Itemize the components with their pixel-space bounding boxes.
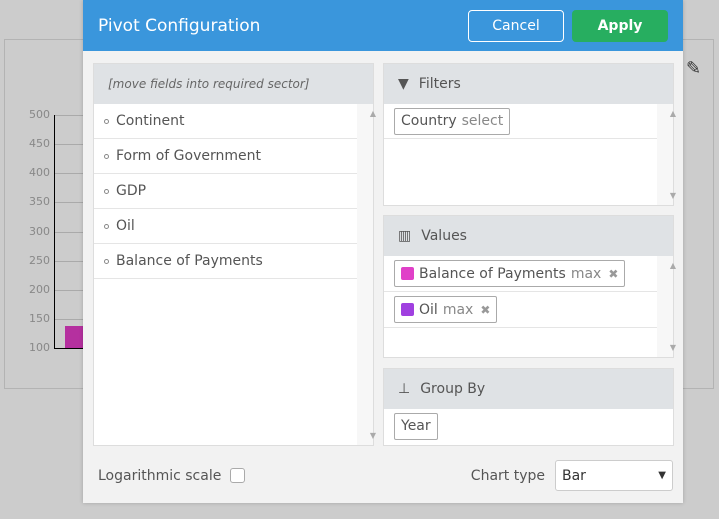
chart-type-select[interactable]: Bar ▼ <box>555 460 673 491</box>
filters-panel: ▼ Filters Country select ▲ ▼ <box>383 63 676 206</box>
bar-chart-icon: ▥ <box>398 228 412 244</box>
modal-title: Pivot Configuration <box>98 15 261 36</box>
y-tick-label: 500 <box>29 108 50 121</box>
values-scrollbar[interactable]: ▲ ▼ <box>657 256 676 357</box>
y-tick-label: 350 <box>29 195 50 209</box>
field-label: Continent <box>116 113 185 129</box>
field-item[interactable]: Oil <box>94 209 357 244</box>
chip-label: Country <box>401 113 457 129</box>
fields-scrollbar[interactable]: ▲ ▼ <box>357 104 376 445</box>
y-tick-label: 250 <box>29 253 50 267</box>
remove-icon[interactable]: ✖ <box>480 303 490 317</box>
fields-header: [move fields into required sector] <box>94 64 373 104</box>
filter-chip-country[interactable]: Country select <box>394 107 511 135</box>
field-bullet-icon <box>104 118 109 124</box>
log-scale-label: Logarithmic scale <box>98 467 222 484</box>
filters-title: Filters <box>418 76 461 92</box>
apply-button[interactable]: Apply <box>572 9 668 42</box>
field-bullet-icon <box>104 153 109 159</box>
remove-icon[interactable]: ✖ <box>608 267 618 281</box>
values-panel: ▥ Values Balance of Payments max ✖ Oil max ✖ … <box>383 215 676 358</box>
y-tick-label: 450 <box>29 137 50 151</box>
y-tick-label: 100 <box>29 341 50 354</box>
field-label: Balance of Payments <box>116 253 263 269</box>
chip-agg[interactable]: max <box>571 266 602 282</box>
y-tick-label: 200 <box>29 282 50 296</box>
field-label: Oil <box>116 218 135 234</box>
y-tick-label: 150 <box>29 311 50 325</box>
edit-icon[interactable]: ✎ <box>686 58 701 79</box>
chip-agg[interactable]: select <box>462 113 504 129</box>
field-item[interactable]: GDP <box>94 174 357 209</box>
filter-icon: ▼ <box>398 76 409 92</box>
pivot-config-modal: Pivot Configuration Cancel Apply [move f… <box>83 0 683 503</box>
chart-bar <box>65 326 85 348</box>
chart-type-value: Bar <box>562 467 586 484</box>
field-item[interactable]: Balance of Payments <box>94 244 357 279</box>
field-item[interactable]: Form of Government <box>94 139 357 174</box>
modal-header: Pivot Configuration Cancel Apply <box>83 0 683 51</box>
sitemap-icon: ⊥ <box>398 381 411 397</box>
color-swatch[interactable] <box>401 267 414 280</box>
caret-down-icon: ▼ <box>658 470 666 481</box>
value-chip-balance[interactable]: Balance of Payments max ✖ <box>394 260 626 287</box>
chip-label: Oil <box>419 301 438 318</box>
log-scale-checkbox[interactable] <box>230 468 246 483</box>
field-bullet-icon <box>104 258 109 264</box>
y-tick-label: 300 <box>29 224 50 238</box>
group-chip-year[interactable]: Year <box>394 412 438 440</box>
value-chip-oil[interactable]: Oil max ✖ <box>394 296 498 323</box>
field-item[interactable]: Continent <box>94 104 357 139</box>
filters-scrollbar[interactable]: ▲ ▼ <box>657 104 676 205</box>
group-by-panel: ⊥ Group By Year <box>383 368 674 446</box>
field-label: Form of Government <box>116 148 261 164</box>
modal-footer: Logarithmic scale Chart type Bar ▼ <box>98 460 673 491</box>
chart-type-label: Chart type <box>470 467 545 484</box>
field-bullet-icon <box>104 223 109 229</box>
field-label: GDP <box>116 183 147 199</box>
group-by-title: Group By <box>420 381 486 397</box>
y-tick-label: 400 <box>29 166 50 180</box>
field-bullet-icon <box>104 188 109 194</box>
cancel-button[interactable]: Cancel <box>468 9 564 42</box>
chip-agg[interactable]: max <box>443 302 474 318</box>
color-swatch[interactable] <box>401 303 414 316</box>
chip-label: Balance of Payments <box>419 265 566 282</box>
fields-panel: [move fields into required sector] Conti… <box>93 63 376 446</box>
values-title: Values <box>421 228 467 244</box>
y-axis <box>54 115 55 349</box>
